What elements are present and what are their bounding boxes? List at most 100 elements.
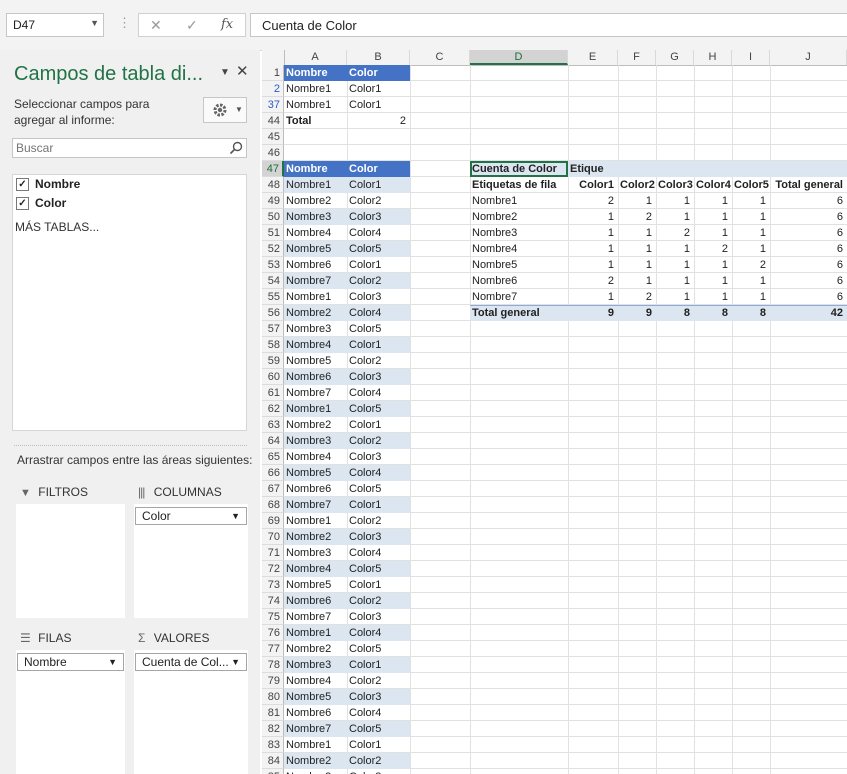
close-icon[interactable]: ✕ (236, 62, 249, 80)
chevron-down-icon[interactable]: ▼ (231, 511, 240, 521)
table-cell[interactable]: Nombre1 (284, 737, 347, 753)
row-header[interactable]: 82 (262, 721, 284, 737)
column-header-h[interactable]: H (694, 50, 732, 65)
row-header[interactable]: 52 (262, 241, 284, 257)
table-cell[interactable]: Nombre2 (284, 641, 347, 657)
row-header[interactable]: 70 (262, 529, 284, 545)
table-cell[interactable]: Color5 (347, 241, 410, 257)
cancel-icon[interactable]: ✕ (150, 17, 162, 34)
header-cell[interactable]: Nombre (284, 65, 347, 81)
search-box[interactable] (12, 138, 247, 158)
pivot-value[interactable]: 2 (732, 257, 770, 273)
row-header[interactable]: 78 (262, 657, 284, 673)
pivot-total-value[interactable]: 8 (694, 305, 732, 321)
chip-cuenta-de-color[interactable]: Cuenta de Col... ▼ (135, 653, 247, 671)
table-cell[interactable]: Color3 (347, 209, 410, 225)
pivot-value[interactable]: 1 (618, 241, 656, 257)
row-header[interactable]: 59 (262, 353, 284, 369)
pivot-value[interactable]: 6 (770, 273, 847, 289)
pivot-column-header[interactable]: Total general (770, 177, 847, 193)
table-cell[interactable]: Color4 (347, 305, 410, 321)
table-cell[interactable]: Nombre5 (284, 465, 347, 481)
table-cell[interactable]: Nombre5 (284, 689, 347, 705)
table-cell[interactable]: Nombre2 (284, 529, 347, 545)
pivot-total-value[interactable]: 8 (732, 305, 770, 321)
pivot-row-labels[interactable]: Etiquetas de fila (470, 177, 568, 193)
pivot-value[interactable]: 6 (770, 209, 847, 225)
row-header[interactable]: 80 (262, 689, 284, 705)
column-header-f[interactable]: F (618, 50, 656, 65)
pivot-row-label[interactable]: Nombre4 (470, 241, 568, 257)
pivot-total-value[interactable]: 9 (618, 305, 656, 321)
pivot-value[interactable]: 1 (656, 289, 694, 305)
table-cell[interactable]: Nombre5 (284, 241, 347, 257)
table-cell[interactable]: Nombre1 (284, 289, 347, 305)
table-cell[interactable]: Color3 (347, 609, 410, 625)
table-cell[interactable]: Color5 (347, 321, 410, 337)
pivot-value[interactable]: 1 (732, 209, 770, 225)
values-drop-area[interactable]: Cuenta de Col... ▼ (134, 650, 248, 774)
row-header[interactable]: 54 (262, 273, 284, 289)
table-cell[interactable]: Color3 (347, 289, 410, 305)
row-header[interactable]: 49 (262, 193, 284, 209)
table-cell[interactable]: Color4 (347, 385, 410, 401)
pivot-value[interactable]: 1 (656, 241, 694, 257)
confirm-icon[interactable]: ✓ (186, 17, 198, 34)
field-item-nombre[interactable]: ✓ Nombre (16, 175, 80, 193)
pivot-row-label[interactable]: Nombre5 (470, 257, 568, 273)
table-cell[interactable]: Nombre7 (284, 273, 347, 289)
table-cell[interactable]: Color3 (347, 689, 410, 705)
table-cell[interactable]: Nombre6 (284, 481, 347, 497)
table-cell[interactable]: Color1 (347, 417, 410, 433)
pivot-value[interactable]: 6 (770, 193, 847, 209)
row-header[interactable]: 81 (262, 705, 284, 721)
pivot-value[interactable]: 1 (694, 273, 732, 289)
pivot-value[interactable]: 1 (694, 209, 732, 225)
row-header[interactable]: 1 (262, 65, 284, 81)
row-header[interactable]: 57 (262, 321, 284, 337)
row-header[interactable]: 71 (262, 545, 284, 561)
pivot-row-label[interactable]: Nombre6 (470, 273, 568, 289)
table-cell[interactable]: Nombre4 (284, 449, 347, 465)
pivot-value[interactable]: 6 (770, 241, 847, 257)
rows-drop-area[interactable]: Nombre ▼ (16, 650, 125, 774)
table-cell[interactable]: Nombre6 (284, 369, 347, 385)
table-cell[interactable]: Nombre4 (284, 561, 347, 577)
row-header[interactable]: 84 (262, 753, 284, 769)
row-header[interactable]: 56 (262, 305, 284, 321)
table-cell[interactable]: Nombre3 (284, 657, 347, 673)
pivot-value[interactable]: 1 (568, 241, 618, 257)
pivot-value[interactable]: 1 (732, 225, 770, 241)
table-cell[interactable]: Color4 (347, 225, 410, 241)
table-cell[interactable]: Color1 (347, 497, 410, 513)
table-cell[interactable]: Nombre1 (284, 513, 347, 529)
table-cell[interactable]: Color5 (347, 561, 410, 577)
table-cell[interactable]: Nombre4 (284, 225, 347, 241)
row-header[interactable]: 69 (262, 513, 284, 529)
pivot-value[interactable]: 1 (732, 273, 770, 289)
row-header[interactable]: 73 (262, 577, 284, 593)
cell[interactable]: Color1 (347, 97, 410, 113)
table-cell[interactable]: Nombre2 (284, 305, 347, 321)
pivot-value-label[interactable]: Cuenta de Color (470, 161, 568, 177)
table-cell[interactable]: Nombre1 (284, 401, 347, 417)
row-header[interactable]: 76 (262, 625, 284, 641)
pivot-value[interactable]: 2 (568, 273, 618, 289)
cell[interactable]: Nombre1 (284, 81, 347, 97)
table-cell[interactable]: Color2 (347, 753, 410, 769)
formula-input[interactable]: Cuenta de Color (250, 13, 847, 37)
filters-drop-area[interactable] (16, 504, 125, 618)
pivot-column-header[interactable]: Color4 (694, 177, 732, 193)
table-cell[interactable]: Nombre3 (284, 545, 347, 561)
table-cell[interactable]: Color3 (347, 529, 410, 545)
table-cell[interactable]: Nombre4 (284, 673, 347, 689)
row-header[interactable]: 47 (262, 161, 284, 177)
table-cell[interactable]: Nombre4 (284, 337, 347, 353)
row-header[interactable]: 68 (262, 497, 284, 513)
table-cell[interactable]: Nombre3 (284, 433, 347, 449)
row-header[interactable]: 85 (262, 769, 284, 774)
table-cell[interactable]: Nombre7 (284, 497, 347, 513)
pivot-column-header[interactable]: Color3 (656, 177, 694, 193)
chevron-down-icon[interactable]: ▼ (231, 657, 240, 667)
row-header[interactable]: 50 (262, 209, 284, 225)
